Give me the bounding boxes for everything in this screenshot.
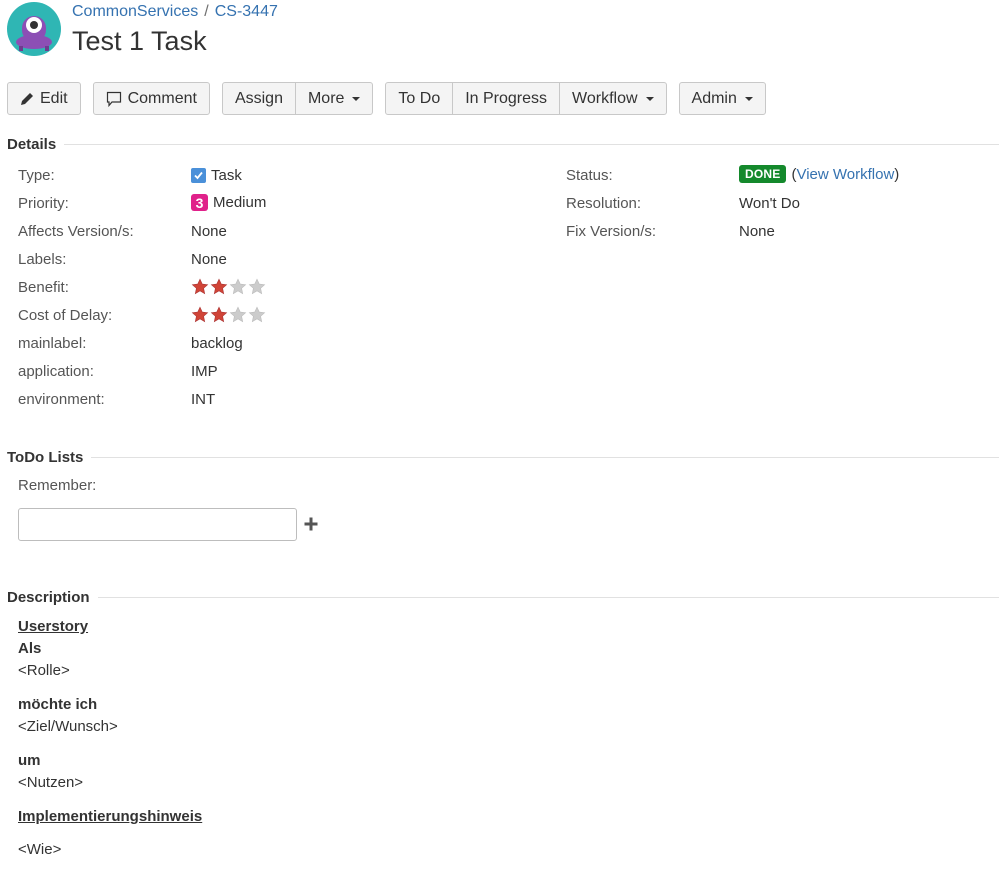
more-dropdown-button[interactable]: More — [294, 82, 374, 115]
admin-button-label: Admin — [691, 89, 737, 107]
pencil-icon — [21, 92, 33, 105]
in-progress-transition-button[interactable]: In Progress — [452, 82, 561, 115]
mainlabel-value[interactable]: backlog — [191, 335, 243, 352]
todo-item-input[interactable] — [18, 508, 297, 541]
comment-icon — [106, 91, 121, 107]
status-label: Status: — [566, 167, 613, 184]
description-heading: Description — [7, 589, 90, 606]
priority-value: 3 Medium — [191, 194, 266, 211]
comment-button[interactable]: Comment — [92, 82, 210, 115]
priority-label: Priority: — [18, 195, 69, 212]
todo-transition-button[interactable]: To Do — [385, 82, 454, 115]
assign-button[interactable]: Assign — [221, 82, 296, 115]
star-filled-icon[interactable] — [191, 278, 209, 296]
task-checkbox-icon — [191, 168, 206, 183]
section-divider — [97, 597, 999, 598]
nutzen-text: <Nutzen> — [18, 774, 84, 791]
labels-value[interactable]: None — [191, 251, 227, 268]
breadcrumb-issue-key-link[interactable]: CS-3447 — [215, 3, 278, 20]
application-label: application: — [18, 363, 94, 380]
benefit-label: Benefit: — [18, 279, 69, 296]
star-filled-icon[interactable] — [210, 278, 228, 296]
userstory-heading: Userstory — [18, 618, 89, 635]
breadcrumb-project-link[interactable]: CommonServices — [72, 3, 198, 20]
star-empty-icon[interactable] — [248, 306, 266, 324]
cost-of-delay-label: Cost of Delay: — [18, 307, 113, 324]
benefit-rating[interactable] — [191, 278, 266, 296]
mainlabel-label: mainlabel: — [18, 335, 87, 352]
issue-summary-title[interactable]: Test 1 Task — [72, 26, 207, 57]
chevron-down-icon — [744, 96, 753, 101]
priority-value-text: Medium — [213, 194, 267, 211]
star-filled-icon[interactable] — [191, 306, 209, 324]
section-divider — [64, 144, 999, 145]
cost-of-delay-rating[interactable] — [191, 306, 266, 324]
star-empty-icon[interactable] — [229, 278, 247, 296]
view-workflow-link[interactable]: View Workflow — [796, 166, 894, 183]
type-label: Type: — [18, 167, 55, 184]
more-button-label: More — [307, 89, 345, 107]
status-value: DONE (View Workflow) — [739, 165, 899, 183]
section-divider — [91, 457, 999, 458]
affects-versions-value: None — [191, 223, 227, 240]
workflow-button-label: Workflow — [572, 89, 638, 107]
edit-button-label: Edit — [40, 89, 68, 107]
admin-dropdown-button[interactable]: Admin — [678, 82, 766, 115]
application-value[interactable]: IMP — [191, 363, 218, 380]
moechte-ich-text: möchte ich — [18, 696, 98, 713]
resolution-value: Won't Do — [739, 195, 800, 212]
type-value: Task — [191, 167, 242, 184]
project-avatar-icon[interactable] — [7, 2, 61, 56]
star-empty-icon[interactable] — [229, 306, 247, 324]
todo-heading: ToDo Lists — [7, 449, 84, 466]
breadcrumb-separator: / — [204, 3, 209, 20]
workflow-dropdown-button[interactable]: Workflow — [559, 82, 667, 115]
details-heading: Details — [7, 136, 57, 153]
fix-versions-label: Fix Version/s: — [566, 223, 657, 240]
description-section-heading[interactable]: Description — [7, 589, 999, 606]
star-filled-icon[interactable] — [210, 306, 228, 324]
labels-label: Labels: — [18, 251, 67, 268]
ziel-wunsch-text: <Ziel/Wunsch> — [18, 718, 118, 735]
plus-icon[interactable] — [302, 515, 320, 533]
affects-versions-label: Affects Version/s: — [18, 223, 134, 240]
close-paren: ) — [894, 165, 900, 183]
implementierungshinweis-heading: Implementierungshinweis — [18, 808, 203, 825]
breadcrumb: CommonServices / CS-3447 — [72, 3, 278, 21]
rolle-text: <Rolle> — [18, 662, 70, 679]
status-badge: DONE — [739, 165, 787, 183]
als-text: Als — [18, 640, 42, 657]
remember-label: Remember: — [18, 477, 97, 494]
details-section-heading[interactable]: Details — [7, 136, 999, 153]
environment-label: environment: — [18, 391, 105, 408]
todo-section-heading[interactable]: ToDo Lists — [7, 449, 999, 466]
issue-toolbar: Edit Comment Assign More To Do In Progre… — [7, 82, 778, 116]
environment-value[interactable]: INT — [191, 391, 215, 408]
fix-versions-value[interactable]: None — [739, 223, 775, 240]
wie-text: <Wie> — [18, 841, 62, 858]
in-progress-button-label: In Progress — [465, 89, 548, 107]
chevron-down-icon — [645, 96, 654, 101]
assign-button-label: Assign — [234, 89, 283, 107]
resolution-label: Resolution: — [566, 195, 642, 212]
priority-medium-icon: 3 — [191, 194, 208, 211]
todo-button-label: To Do — [398, 89, 441, 107]
issue-header: CommonServices / CS-3447 Test 1 Task — [7, 0, 997, 70]
comment-button-label: Comment — [127, 89, 197, 107]
um-text: um — [18, 752, 41, 769]
star-empty-icon[interactable] — [248, 278, 266, 296]
type-value-text: Task — [211, 167, 242, 184]
edit-button[interactable]: Edit — [7, 82, 81, 115]
chevron-down-icon — [352, 96, 361, 101]
